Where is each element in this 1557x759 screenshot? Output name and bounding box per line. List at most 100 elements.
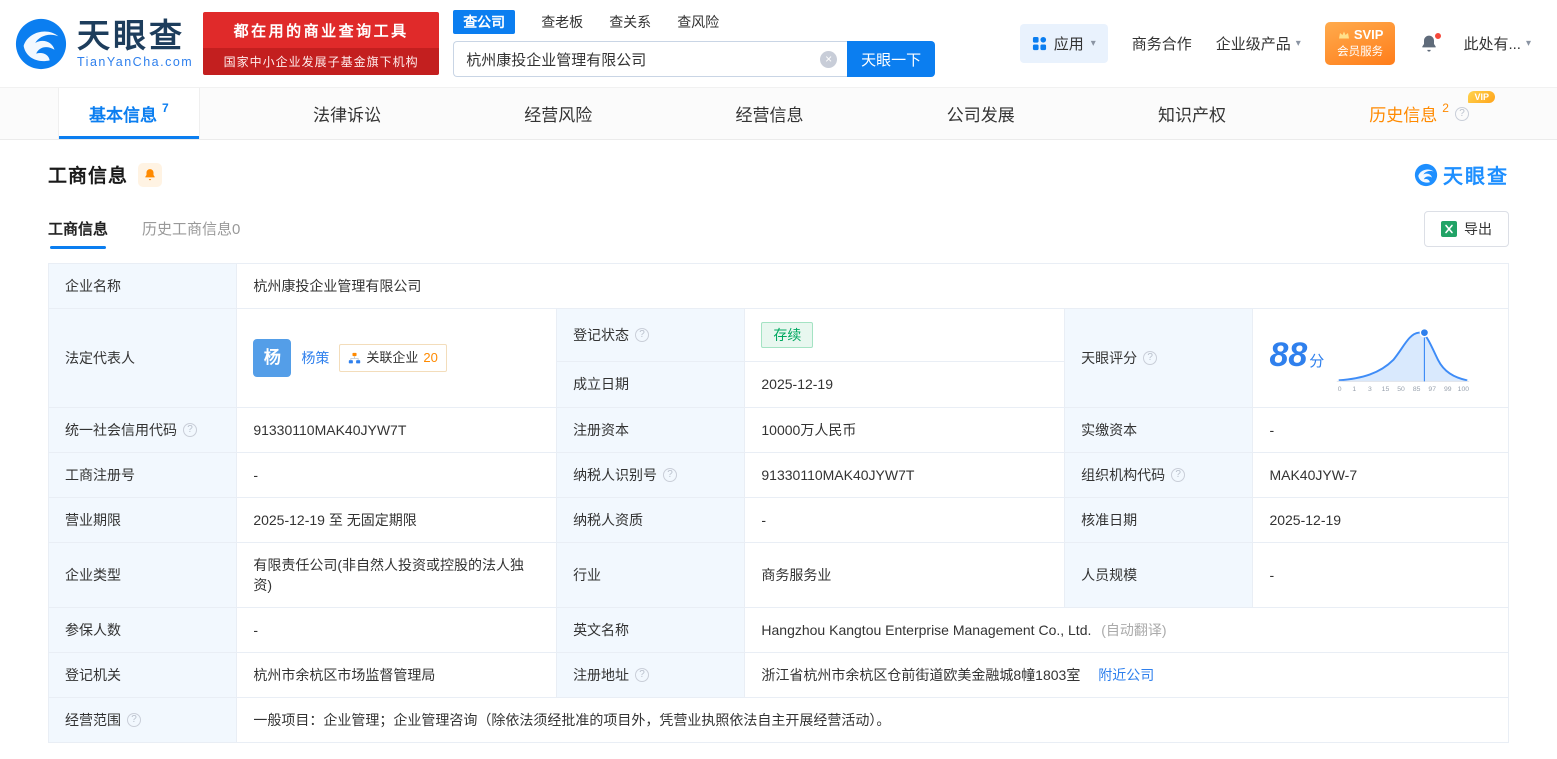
page-title: 工商信息 [48, 161, 128, 188]
search-area: 查公司 查老板 查关系 查风险 × 天眼一下 [453, 10, 935, 77]
table-row: 经营范围? 一般项目：企业管理；企业管理咨询（除依法须经批准的项目外，凭营业执照… [49, 698, 1509, 743]
field-label-paid-capital: 实缴资本 [1065, 408, 1253, 453]
help-icon[interactable]: ? [635, 328, 649, 342]
help-icon[interactable]: ? [1171, 468, 1185, 482]
business-info-table: 企业名称 杭州康投企业管理有限公司 法定代表人 杨 杨策 关联企 [48, 263, 1509, 743]
subtab-business-info[interactable]: 工商信息 [48, 218, 108, 241]
tianyancha-logo[interactable]: 天眼查 TianYanCha.com [14, 17, 193, 71]
table-row: 企业类型 有限责任公司(非自然人投资或控股的法人独资) 行业 商务服务业 人员规… [49, 543, 1509, 608]
search-field: × [453, 41, 847, 77]
help-icon[interactable]: ? [1143, 351, 1157, 365]
search-tab-risk[interactable]: 查风险 [677, 12, 719, 32]
clear-icon[interactable]: × [820, 51, 837, 68]
org-code-value: MAK40JYW-7 [1253, 453, 1509, 498]
field-label-industry: 行业 [557, 543, 745, 608]
field-label-reg-capital: 注册资本 [557, 408, 745, 453]
tianyancha-logo-icon [14, 17, 68, 71]
score-distribution-chart: 0 1 3 15 50 85 97 99 100 [1334, 321, 1472, 395]
field-label-taxpayer-quality: 纳税人资质 [557, 498, 745, 543]
svip-member-button[interactable]: SVIP 会员服务 [1325, 22, 1396, 65]
company-section-tabs: 基本信息 7 法律诉讼 经营风险 经营信息 公司发展 知识产权 VIP 历史信息… [0, 88, 1557, 140]
field-label-taxpayer-id: 纳税人识别号? [557, 453, 745, 498]
export-button[interactable]: 导出 [1424, 211, 1509, 247]
notifications-bell-icon[interactable] [1419, 34, 1439, 54]
field-label-company-type: 企业类型 [49, 543, 237, 608]
nearby-companies-link[interactable]: 附近公司 [1098, 667, 1154, 683]
help-icon[interactable]: ? [1455, 107, 1469, 121]
company-type-value: 有限责任公司(非自然人投资或控股的法人独资) [237, 543, 557, 608]
search-input[interactable] [454, 42, 847, 76]
reg-number-value: - [237, 453, 557, 498]
svg-text:100: 100 [1458, 386, 1470, 393]
field-label-reg-authority: 登记机关 [49, 653, 237, 698]
svg-text:50: 50 [1398, 386, 1406, 393]
search-tab-boss[interactable]: 查老板 [541, 12, 583, 32]
help-icon[interactable]: ? [183, 423, 197, 437]
auto-translate-note: (自动翻译) [1101, 622, 1166, 638]
related-companies-badge[interactable]: 关联企业 20 [339, 344, 446, 372]
tab-history-info[interactable]: VIP 历史信息 2 ? [1339, 88, 1499, 139]
reg-address-value: 浙江省杭州市余杭区仓前街道欧美金融城8幢1803室 [761, 667, 1080, 683]
promo-banner: 都在用的商业查询工具 国家中小企业发展子基金旗下机构 [203, 12, 439, 75]
table-row: 参保人数 - 英文名称 Hangzhou Kangtou Enterprise … [49, 608, 1509, 653]
nav-business-cooperation[interactable]: 商务合作 [1132, 33, 1192, 54]
score-unit: 分 [1309, 353, 1324, 370]
search-tab-company[interactable]: 查公司 [453, 10, 515, 34]
table-row: 工商注册号 - 纳税人识别号? 91330110MAK40JYW7T 组织机构代… [49, 453, 1509, 498]
apps-label: 应用 [1054, 33, 1084, 54]
reg-authority-value: 杭州市余杭区市场监督管理局 [237, 653, 557, 698]
svg-text:3: 3 [1368, 386, 1372, 393]
field-label-approve-date: 核准日期 [1065, 498, 1253, 543]
tab-operating-risk[interactable]: 经营风险 [494, 88, 622, 139]
field-label-english-name: 英文名称 [557, 608, 745, 653]
excel-icon [1441, 221, 1457, 237]
crown-icon [1337, 29, 1351, 41]
tianyancha-logo-icon [1414, 163, 1438, 187]
taxpayer-quality-value: - [745, 498, 1065, 543]
field-label-business-term: 营业期限 [49, 498, 237, 543]
table-row: 营业期限 2025-12-19 至 无固定期限 纳税人资质 - 核准日期 202… [49, 498, 1509, 543]
company-name-value: 杭州康投企业管理有限公司 [237, 264, 1509, 309]
reg-address-cell: 浙江省杭州市余杭区仓前街道欧美金融城8幢1803室 附近公司 [745, 653, 1509, 698]
field-label-legal-rep: 法定代表人 [49, 309, 237, 408]
tianyan-score: 88分 0 1 3 15 50 85 97 99 [1269, 321, 1492, 395]
user-menu[interactable]: 此处有... ▾ [1463, 33, 1531, 54]
chevron-down-icon: ▾ [1296, 38, 1301, 49]
vip-badge: VIP [1468, 91, 1495, 103]
table-row: 登记机关 杭州市余杭区市场监督管理局 注册地址? 浙江省杭州市余杭区仓前街道欧美… [49, 653, 1509, 698]
table-row: 法定代表人 杨 杨策 关联企业 20 [49, 309, 1509, 362]
svg-text:97: 97 [1429, 386, 1437, 393]
business-term-value: 2025-12-19 至 无固定期限 [237, 498, 557, 543]
table-row: 统一社会信用代码? 91330110MAK40JYW7T 注册资本 10000万… [49, 408, 1509, 453]
tab-basic-info[interactable]: 基本信息 7 [58, 88, 200, 139]
search-tab-relation[interactable]: 查关系 [609, 12, 651, 32]
help-icon[interactable]: ? [127, 713, 141, 727]
help-icon[interactable]: ? [635, 668, 649, 682]
field-label-establish-date: 成立日期 [557, 361, 745, 407]
tab-intellectual-property[interactable]: 知识产权 [1128, 88, 1256, 139]
brand-name: 天眼查 [77, 19, 193, 53]
field-label-insured-count: 参保人数 [49, 608, 237, 653]
subtab-history-business-info[interactable]: 历史工商信息0 [142, 218, 240, 241]
apps-button[interactable]: 应用 ▾ [1020, 24, 1108, 63]
promo-banner-line1: 都在用的商业查询工具 [203, 12, 439, 48]
reg-capital-value: 10000万人民币 [745, 408, 1065, 453]
nav-enterprise-products[interactable]: 企业级产品 ▾ [1216, 33, 1301, 54]
search-button[interactable]: 天眼一下 [847, 41, 935, 77]
field-label-org-code: 组织机构代码? [1065, 453, 1253, 498]
tab-legal-proceedings[interactable]: 法律诉讼 [283, 88, 411, 139]
legal-rep-cell: 杨 杨策 关联企业 20 [237, 309, 557, 408]
tab-count: 7 [162, 101, 169, 115]
header-right: 应用 ▾ 商务合作 企业级产品 ▾ SVIP 会员服务 此处有... ▾ [1020, 22, 1531, 65]
legal-rep-name-link[interactable]: 杨策 [301, 348, 329, 368]
avatar[interactable]: 杨 [253, 339, 291, 377]
tab-operating-info[interactable]: 经营信息 [705, 88, 833, 139]
tab-count: 2 [1442, 101, 1449, 115]
notification-dot [1434, 32, 1442, 40]
watermark-logo: 天眼查 [1414, 160, 1509, 189]
help-icon[interactable]: ? [663, 468, 677, 482]
promo-banner-line2: 国家中小企业发展子基金旗下机构 [203, 48, 439, 75]
tab-company-development[interactable]: 公司发展 [917, 88, 1045, 139]
section-header: 工商信息 天眼查 [48, 160, 1509, 189]
subscribe-bell-icon[interactable] [138, 163, 162, 187]
